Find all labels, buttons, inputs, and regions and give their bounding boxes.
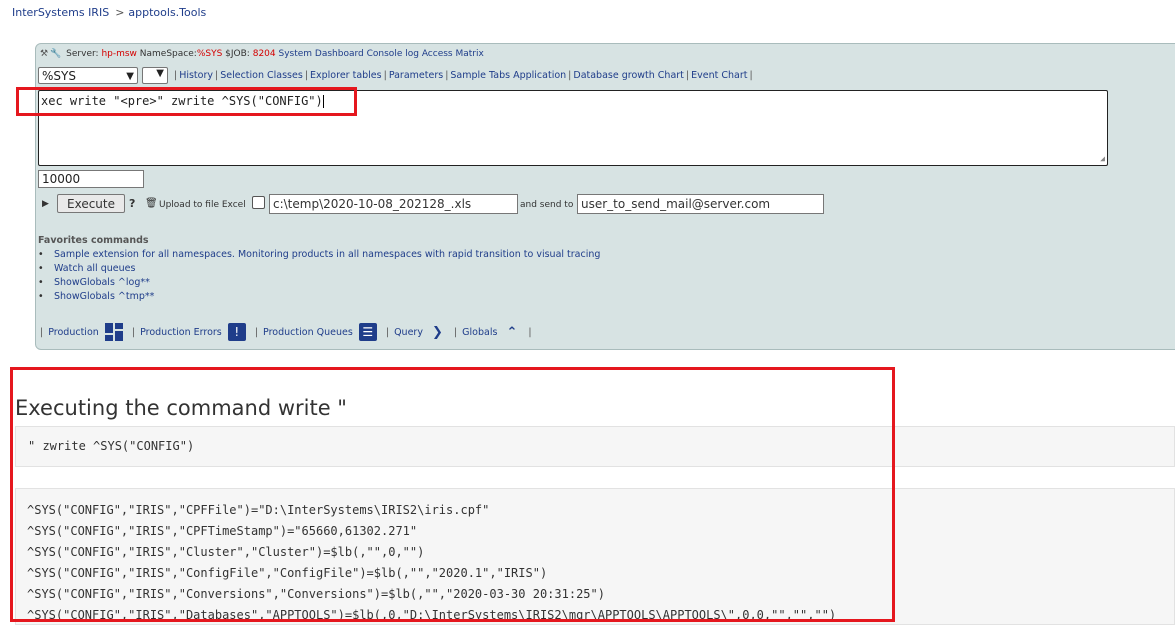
highlight-box-result bbox=[10, 367, 895, 622]
breadcrumb-separator: > bbox=[115, 6, 125, 19]
max-rows-input[interactable]: 10000 bbox=[38, 170, 144, 188]
explorer-tables-link[interactable]: Explorer tables bbox=[310, 70, 382, 81]
event-chart-link[interactable]: Event Chart bbox=[691, 70, 747, 81]
query-link[interactable]: Query bbox=[394, 327, 423, 338]
server-label: Server: bbox=[66, 49, 99, 59]
email-input[interactable]: user_to_send_mail@server.com bbox=[577, 194, 824, 214]
server-info-line: ⚒ 🔧 Server: hp-msw NameSpace:%SYS $JOB: 8… bbox=[40, 49, 484, 59]
file-path-input[interactable]: c:\temp\2020-10-08_202128_.xls bbox=[269, 194, 518, 214]
favorite-item-sample-extension[interactable]: Sample extension for all namespaces. Mon… bbox=[38, 248, 600, 262]
namespace-select-value: %SYS bbox=[42, 69, 76, 83]
favorites-list: Sample extension for all namespaces. Mon… bbox=[38, 248, 600, 304]
resize-handle-icon[interactable]: ◢ bbox=[1100, 154, 1105, 163]
breadcrumb-home-link[interactable]: InterSystems IRIS bbox=[12, 6, 109, 19]
database-growth-chart-link[interactable]: Database growth Chart bbox=[573, 70, 684, 81]
globals-link[interactable]: Globals bbox=[462, 327, 497, 338]
production-grid-icon[interactable] bbox=[104, 323, 123, 341]
parameters-link[interactable]: Parameters bbox=[389, 70, 443, 81]
console-log-link[interactable]: Console log bbox=[367, 49, 419, 59]
top-links-bar: | History | Selection Classes | Explorer tabl… bbox=[174, 70, 753, 81]
breadcrumb: InterSystems IRIS > apptools.Tools bbox=[12, 6, 206, 19]
production-link[interactable]: Production bbox=[48, 327, 99, 338]
namespace-label: NameSpace: bbox=[139, 49, 197, 59]
trash-icon[interactable]: 🗑 bbox=[145, 198, 158, 209]
sample-tabs-link[interactable]: Sample Tabs Application bbox=[450, 70, 566, 81]
execute-button[interactable]: Execute bbox=[57, 194, 125, 213]
help-icon[interactable]: ? bbox=[129, 197, 135, 210]
alert-icon[interactable]: ! bbox=[227, 323, 246, 341]
system-dashboard-link[interactable]: System Dashboard bbox=[279, 49, 364, 59]
chevron-up-icon[interactable]: ⌃ bbox=[506, 325, 517, 340]
favorites-title: Favorites commands bbox=[38, 235, 149, 246]
job-label: $JOB: bbox=[225, 49, 250, 59]
breadcrumb-current[interactable]: apptools.Tools bbox=[128, 6, 206, 19]
clipboard-list-icon[interactable]: ☰ bbox=[358, 323, 377, 341]
production-errors-link[interactable]: Production Errors bbox=[140, 327, 222, 338]
namespace-value: %SYS bbox=[196, 49, 223, 59]
favorite-item-watch-queues[interactable]: Watch all queues bbox=[38, 262, 600, 276]
chevron-right-icon[interactable]: ❯ bbox=[432, 325, 443, 340]
bottom-links-bar: | Production | Production Errors ! | Pro… bbox=[40, 323, 532, 341]
wrench-icon: 🔧 bbox=[50, 49, 62, 59]
favorite-item-showglobals-log[interactable]: ShowGlobals ^log** bbox=[38, 276, 600, 290]
namespace-select[interactable]: %SYS ▼ bbox=[38, 67, 138, 84]
history-link[interactable]: History bbox=[179, 70, 213, 81]
chevron-down-icon: ▼ bbox=[156, 68, 164, 79]
server-name: hp-msw bbox=[101, 49, 137, 59]
favorite-item-showglobals-tmp[interactable]: ShowGlobals ^tmp** bbox=[38, 290, 600, 304]
upload-excel-label: Upload to file Excel bbox=[159, 200, 246, 210]
selection-classes-link[interactable]: Selection Classes bbox=[220, 70, 303, 81]
job-value: 8204 bbox=[252, 49, 276, 59]
tools-icon: ⚒ bbox=[40, 49, 49, 59]
chevron-down-icon: ▼ bbox=[126, 71, 134, 82]
highlight-box-command bbox=[16, 87, 357, 116]
access-matrix-link[interactable]: Access Matrix bbox=[422, 49, 484, 59]
production-queues-link[interactable]: Production Queues bbox=[263, 327, 353, 338]
send-to-label: and send to bbox=[520, 200, 574, 210]
play-icon[interactable]: ▶ bbox=[42, 199, 49, 209]
upload-excel-checkbox[interactable] bbox=[252, 196, 265, 209]
history-select[interactable]: ▼ bbox=[142, 67, 168, 84]
